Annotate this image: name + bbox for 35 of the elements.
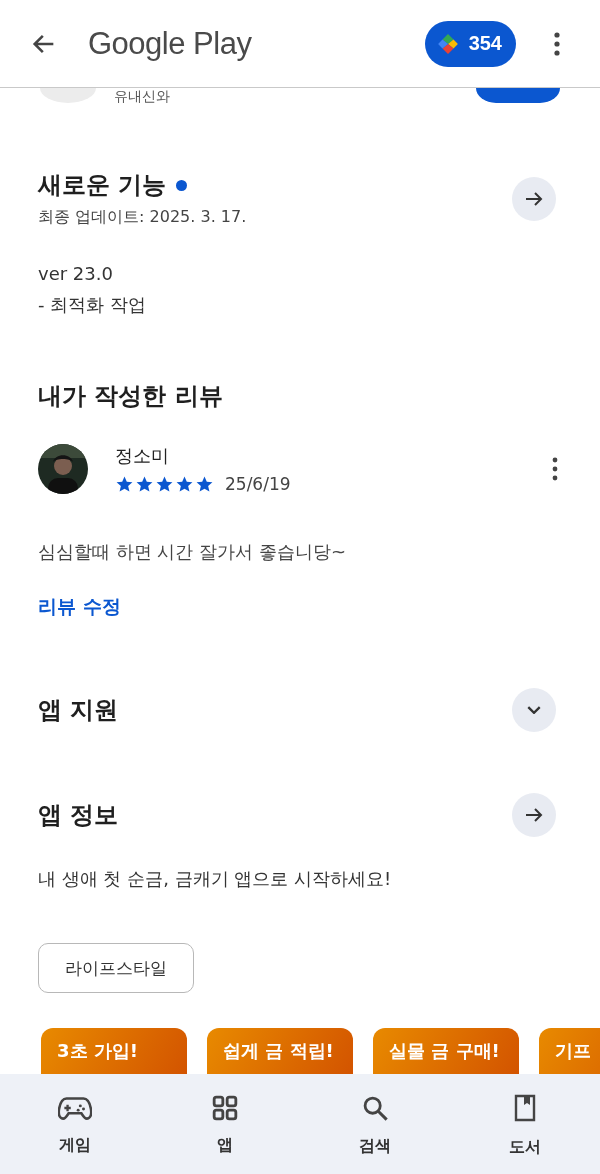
more-icon[interactable]: [552, 457, 558, 481]
release-note: - 최적화 작업: [38, 293, 147, 317]
nav-tab[interactable]: 게임: [0, 1074, 150, 1174]
screenshot-card[interactable]: 쉽게 금 적립!: [207, 1028, 353, 1074]
last-updated: 최종 업데이트: 2025. 3. 17.: [38, 207, 247, 228]
points-button[interactable]: 354: [424, 20, 516, 67]
section-title: 앱 정보: [38, 800, 119, 831]
nav-tab[interactable]: 도서: [450, 1074, 600, 1174]
grid-icon: [212, 1095, 238, 1121]
review-text: 심심할때 하면 시간 잘가서 좋습니당~: [38, 540, 347, 564]
search-icon: [361, 1094, 389, 1122]
nav-tab[interactable]: 검색: [300, 1074, 450, 1174]
nav-tab[interactable]: 앱: [150, 1074, 300, 1174]
app-icon: [40, 88, 96, 103]
category-chip[interactable]: 라이프스타일: [38, 943, 194, 993]
section-title: 내가 작성한 리뷰: [38, 381, 224, 412]
bookmark-book-icon: [513, 1093, 537, 1123]
app-description: 내 생애 첫 순금, 금캐기 앱으로 시작하세요!: [38, 867, 393, 891]
install-button[interactable]: [476, 88, 560, 103]
more-icon[interactable]: [554, 31, 560, 56]
developer-name: 유내신와: [114, 89, 170, 103]
chevron-down-icon: [527, 706, 541, 714]
section-title: 앱 지원: [38, 695, 119, 726]
edit-review-link[interactable]: 리뷰 수정: [38, 594, 121, 620]
screenshot-card[interactable]: 실물 금 구매!: [373, 1028, 519, 1074]
arrow-button[interactable]: [512, 793, 556, 837]
diamond-icon: [436, 32, 459, 55]
app-bar-title: Google Play: [88, 25, 252, 62]
review-date: 25/6/19: [225, 474, 291, 494]
gamepad-icon: [58, 1095, 92, 1121]
release-note: ver 23.0: [38, 262, 114, 286]
screenshot-card[interactable]: 3초 가입!: [41, 1028, 187, 1074]
reviewer-name: 정소미: [115, 444, 170, 468]
arrow-button[interactable]: [512, 176, 556, 221]
section-title: 새로운 기능: [38, 170, 167, 201]
